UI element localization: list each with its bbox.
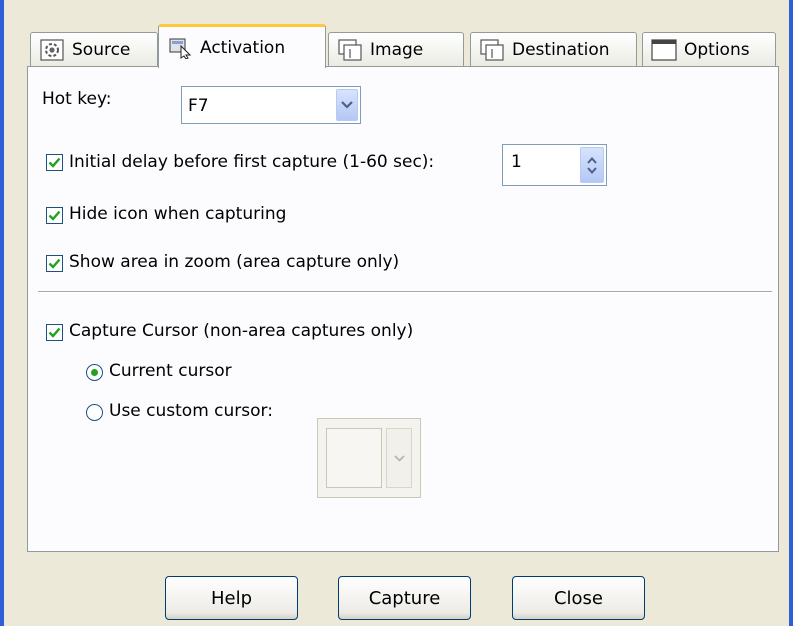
custom-cursor-radio[interactable] — [86, 404, 103, 421]
tab-label: Destination — [512, 39, 610, 60]
tab-label: Options — [684, 39, 750, 60]
show-zoom-checkbox[interactable] — [46, 255, 63, 272]
tab-label: Image — [370, 39, 424, 60]
tab-image[interactable]: Image — [328, 32, 464, 66]
hotkey-dropdown[interactable]: F7 — [181, 86, 361, 124]
tab-label: Source — [72, 39, 131, 60]
chevron-down-icon — [393, 454, 405, 462]
tab-destination[interactable]: Destination — [470, 32, 637, 66]
tab-label: Activation — [200, 37, 286, 58]
initial-delay-value: 1 — [511, 152, 522, 172]
activation-panel: Hot key: F7 Initial delay before first c… — [27, 66, 779, 552]
custom-cursor-label: Use custom cursor: — [109, 401, 273, 421]
custom-cursor-picker — [317, 418, 421, 498]
capture-button[interactable]: Capture — [338, 576, 471, 620]
help-button[interactable]: Help — [165, 576, 298, 620]
initial-delay-label: Initial delay before first capture (1-60… — [69, 152, 435, 172]
initial-delay-spinner[interactable]: 1 — [502, 144, 607, 186]
chevron-up-icon[interactable] — [587, 156, 597, 164]
radio-selected-dot — [91, 369, 98, 376]
window-frame-right — [789, 0, 793, 626]
chevron-down-icon[interactable] — [587, 166, 597, 174]
current-cursor-radio[interactable] — [86, 364, 103, 381]
cursor-picker-dropdown — [386, 428, 412, 488]
current-cursor-label: Current cursor — [109, 361, 232, 381]
tab-strip: Source Activation Image Destination Opti… — [30, 22, 780, 68]
activation-icon — [167, 36, 193, 60]
initial-delay-checkbox[interactable] — [46, 154, 63, 171]
window-icon — [651, 38, 677, 62]
spinner-buttons[interactable] — [580, 147, 604, 183]
chevron-down-icon[interactable] — [336, 89, 358, 121]
capture-cursor-checkbox[interactable] — [46, 324, 63, 341]
close-button[interactable]: Close — [512, 576, 645, 620]
destination-icon — [479, 38, 505, 62]
hotkey-value: F7 — [188, 96, 209, 116]
hotkey-label: Hot key: — [42, 89, 112, 109]
image-icon — [337, 38, 363, 62]
hide-icon-checkbox[interactable] — [46, 207, 63, 224]
cursor-preview — [326, 428, 382, 488]
window-frame-left — [0, 0, 4, 626]
show-zoom-label: Show area in zoom (area capture only) — [69, 252, 400, 272]
tab-activation[interactable]: Activation — [158, 24, 326, 68]
tab-options[interactable]: Options — [642, 32, 776, 66]
hide-icon-label: Hide icon when capturing — [69, 204, 287, 224]
capture-cursor-label: Capture Cursor (non-area captures only) — [69, 321, 414, 341]
gear-icon — [39, 38, 65, 62]
tab-source[interactable]: Source — [30, 32, 158, 66]
section-divider — [38, 291, 772, 293]
